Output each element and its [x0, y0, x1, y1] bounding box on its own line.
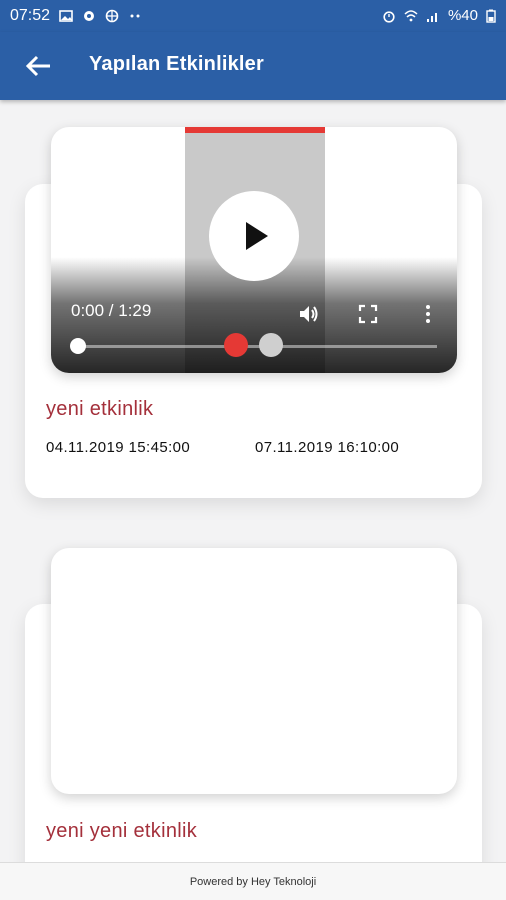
event-end-date: 07.11.2019 16:10:00 [255, 439, 400, 456]
buffer-marker [259, 333, 283, 357]
more-dots-icon [130, 14, 140, 18]
event-start-date: 04.11.2019 15:45:00 [46, 439, 191, 456]
status-bar-left: 07:52 [10, 7, 142, 25]
progress-marker[interactable] [224, 333, 248, 357]
wifi-icon [404, 9, 418, 21]
alarm-icon [383, 10, 395, 23]
seek-bar[interactable] [77, 345, 437, 348]
battery-level: %40 [447, 7, 478, 24]
status-time: 07:52 [10, 7, 51, 24]
seek-handle[interactable] [70, 338, 86, 354]
footer: Powered by Hey Teknoloji [0, 862, 506, 900]
event-title: yeni yeni etkinlik [46, 820, 198, 842]
status-bar: 07:52 %40 [0, 0, 506, 32]
footer-text: Powered by Hey Teknoloji [189, 875, 317, 888]
volume-icon[interactable] [298, 303, 320, 325]
video-player[interactable]: 0:00 / 1:29 [51, 127, 457, 373]
image-icon [59, 10, 73, 22]
video-time: 0:00 / 1:29 [71, 301, 152, 320]
notification-icon [84, 11, 95, 21]
arrow-left-icon[interactable] [22, 50, 56, 82]
battery-icon [486, 9, 496, 23]
play-button[interactable] [209, 191, 299, 281]
status-bar-right: %40 [382, 7, 496, 24]
more-vert-icon[interactable] [417, 303, 439, 325]
media-placeholder[interactable] [51, 548, 457, 794]
page-title: Yapılan Etkinlikler [89, 53, 264, 75]
video-frame: 0:00 / 1:29 [51, 127, 457, 373]
fullscreen-icon[interactable] [357, 303, 379, 325]
signal-icon [426, 12, 437, 22]
globe-icon [105, 9, 119, 23]
app-bar: Yapılan Etkinlikler [0, 32, 506, 100]
event-title: yeni etkinlik [46, 398, 154, 420]
